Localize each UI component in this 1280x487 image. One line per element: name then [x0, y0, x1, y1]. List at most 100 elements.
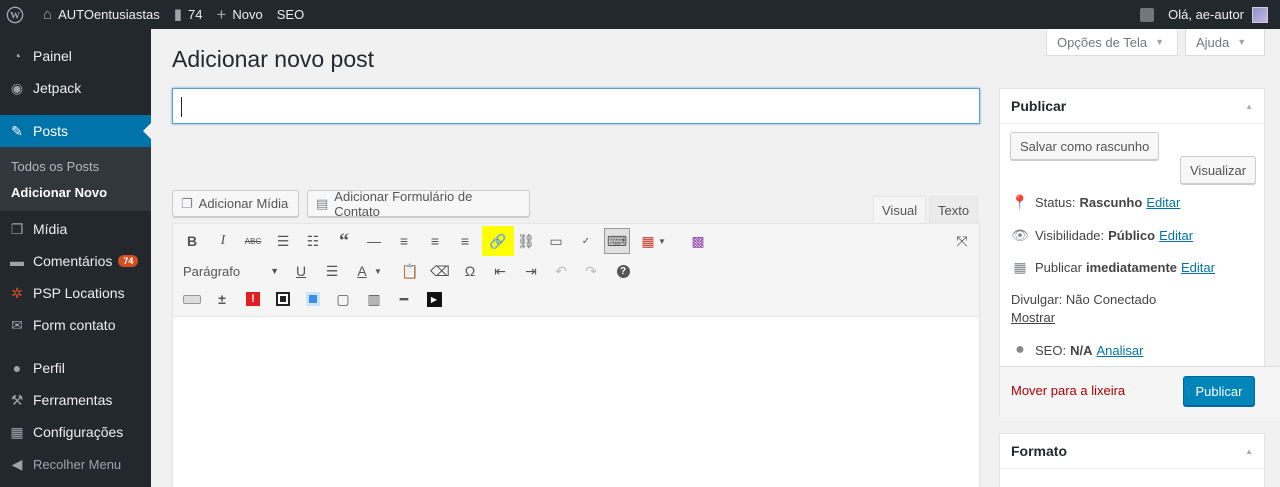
format-select[interactable]: Parágrafo ▼	[179, 259, 283, 283]
align-left-icon[interactable]: ≡	[391, 228, 417, 254]
remove-link-icon[interactable]: ⛓	[513, 228, 539, 254]
read-more-icon[interactable]: ▭	[543, 228, 569, 254]
submenu-item-add-new[interactable]: Adicionar Novo	[0, 179, 151, 205]
visibility-row: 👁 Visibilidade: Público Editar	[1011, 227, 1193, 244]
notification-icon[interactable]	[1140, 7, 1155, 22]
chevron-down-icon: ▼	[270, 266, 279, 276]
sidebar-item-jetpack[interactable]: ◉ Jetpack	[0, 72, 151, 104]
comment-bubble-icon: ▮	[173, 6, 182, 23]
wordpress-logo-button[interactable]: W	[0, 0, 31, 29]
blockquote-icon[interactable]: “	[331, 228, 357, 254]
avatar[interactable]	[1252, 6, 1268, 23]
divider-icon[interactable]: ━	[391, 286, 417, 312]
sidebar-item-label: Configurações	[33, 424, 124, 440]
help-label: Ajuda	[1196, 34, 1230, 50]
tab-visual[interactable]: Visual	[873, 196, 927, 224]
analyze-seo-link[interactable]: Analisar	[1096, 343, 1143, 358]
italic-icon[interactable]: I	[210, 228, 236, 254]
button-shortcode-glyph	[183, 294, 201, 304]
save-draft-button[interactable]: Salvar como rascunho	[1010, 132, 1160, 160]
preview-button[interactable]: Visualizar	[1180, 156, 1257, 184]
calendar-icon: ▦	[1013, 259, 1027, 275]
status-row: 📍 Status: Rascunho Editar	[1011, 194, 1180, 211]
sidebar-item-configuracoes[interactable]: ▦ Configurações	[0, 416, 151, 448]
bullet-list-icon[interactable]: ☰	[270, 228, 296, 254]
toggle-arrow-icon[interactable]: ▲	[1245, 447, 1253, 456]
plus-minus-icon[interactable]: ±	[209, 286, 235, 312]
sidebar-item-midia[interactable]: ❐ Mídia	[0, 213, 151, 245]
show-share-link[interactable]: Mostrar	[1011, 310, 1055, 325]
undo-icon[interactable]: ↶	[548, 258, 574, 284]
user-icon: ●	[12, 360, 22, 376]
edit-status-link[interactable]: Editar	[1146, 195, 1180, 210]
table-dropdown-icon[interactable]: ▼	[655, 228, 669, 254]
text-color-dropdown-icon[interactable]: ▼	[371, 258, 385, 284]
new-content-link[interactable]: + Novo	[209, 0, 269, 29]
editor-content-area[interactable]	[173, 317, 979, 487]
comments-link[interactable]: ▮ 74	[167, 0, 210, 29]
site-name: AUTOentusiastas	[58, 7, 160, 22]
screen-options-button[interactable]: Opções de Tela ▼	[1046, 29, 1178, 56]
collapse-menu-button[interactable]: ◀ Recolher Menu	[0, 448, 151, 480]
post-editor: B I ABC ☰ ☷ “ — ≡ ≡ ≡ 🔗 ⛓ ▭ ✓ ⌨ ▦ ▼ ▩ ⤧ …	[172, 223, 980, 487]
spellcheck-icon[interactable]: ✓	[573, 228, 599, 254]
location-icon: ✲	[11, 284, 23, 301]
mail-icon: ✉	[11, 316, 23, 333]
horizontal-line-icon[interactable]: —	[361, 228, 387, 254]
move-to-trash-link[interactable]: Mover para a lixeira	[1011, 383, 1125, 398]
strikethrough-icon[interactable]: ABC	[240, 228, 266, 254]
bold-icon[interactable]: B	[179, 228, 205, 254]
publish-box: Publicar ▲ Salvar como rascunho Visualiz…	[999, 88, 1280, 417]
sidebar-item-comentarios[interactable]: ▬ Comentários 74	[0, 245, 151, 277]
publish-box-header[interactable]: Publicar ▲	[1000, 89, 1264, 124]
sidebar-item-perfil[interactable]: ● Perfil	[0, 352, 151, 384]
fullscreen-icon[interactable]: ⤧	[949, 228, 975, 254]
toolbar-toggle-icon[interactable]: ⌨	[604, 228, 630, 254]
insert-link-icon[interactable]: 🔗	[482, 226, 514, 256]
edit-visibility-link[interactable]: Editar	[1159, 228, 1193, 243]
site-name-link[interactable]: ⌂ AUTOentusiastas	[31, 0, 167, 29]
seo-status-dot-icon: ●	[1015, 341, 1025, 358]
numbered-list-icon[interactable]: ☷	[300, 228, 326, 254]
justify-icon[interactable]: ☰	[319, 258, 345, 284]
account-greeting[interactable]: Olá, ae-autor	[1168, 7, 1244, 22]
publish-button[interactable]: Publicar	[1183, 376, 1255, 406]
sidebar-item-ferramentas[interactable]: ⚒ Ferramentas	[0, 384, 151, 416]
sidebar-item-psp-locations[interactable]: ✲ PSP Locations	[0, 277, 151, 309]
add-contact-form-button[interactable]: ▤ Adicionar Formulário de Contato	[307, 189, 530, 219]
clear-formatting-icon[interactable]: ⌫	[427, 258, 453, 284]
video-icon[interactable]: ▶	[421, 286, 447, 312]
paste-text-icon[interactable]: 📋	[397, 258, 423, 284]
outdent-icon[interactable]: ⇤	[487, 258, 513, 284]
align-right-icon[interactable]: ≡	[452, 228, 478, 254]
sidebar-item-label: Ferramentas	[33, 392, 113, 408]
special-character-icon[interactable]: Ω	[457, 258, 483, 284]
post-title-input[interactable]	[172, 88, 980, 124]
grid-plugin-icon[interactable]: ▩	[685, 228, 711, 254]
sidebar-item-painel[interactable]: ◔ Painel	[0, 40, 151, 72]
page-icon[interactable]: ▢	[330, 286, 356, 312]
toggle-arrow-icon[interactable]: ▲	[1245, 102, 1253, 111]
redo-icon[interactable]: ↷	[578, 258, 604, 284]
sidebar-item-label: Form contato	[33, 317, 116, 333]
submenu-item-all-posts[interactable]: Todos os Posts	[0, 153, 151, 179]
seo-menu-link[interactable]: SEO	[270, 0, 311, 29]
align-center-icon[interactable]: ≡	[422, 228, 448, 254]
alert-icon[interactable]: !	[240, 286, 266, 312]
help-button[interactable]: Ajuda ▼	[1185, 29, 1265, 56]
sidebar-item-posts[interactable]: ✎ Posts	[0, 115, 151, 147]
underline-icon[interactable]: U	[288, 258, 314, 284]
text-cursor	[181, 97, 182, 117]
edit-publish-time-link[interactable]: Editar	[1181, 260, 1215, 275]
add-media-button[interactable]: ❐ Adicionar Mídia	[172, 190, 299, 217]
format-box-header[interactable]: Formato ▲	[1000, 434, 1264, 469]
light-box-icon[interactable]	[300, 286, 326, 312]
columns-icon[interactable]: ▥	[361, 286, 387, 312]
button-shortcode-icon[interactable]	[179, 286, 205, 312]
sidebar-item-form-contato[interactable]: ✉ Form contato	[0, 309, 151, 341]
tab-texto[interactable]: Texto	[929, 196, 979, 224]
help-circle-icon[interactable]: ?	[610, 258, 636, 284]
pin-icon: 📍	[1011, 194, 1029, 210]
indent-icon[interactable]: ⇥	[518, 258, 544, 284]
dark-box-icon[interactable]	[270, 286, 296, 312]
